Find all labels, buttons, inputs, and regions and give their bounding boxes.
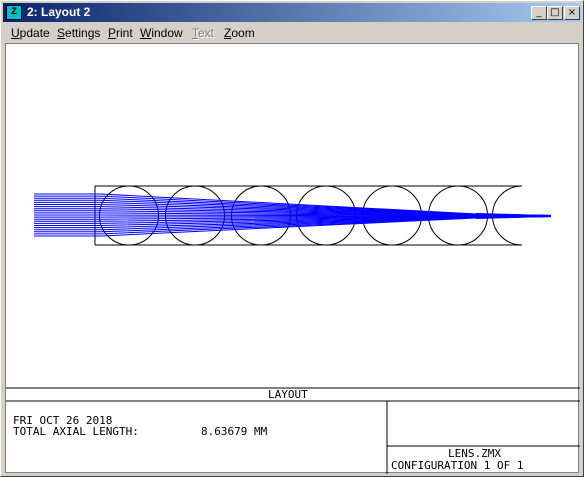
- plot-title: LAYOUT: [268, 388, 308, 401]
- focus-spot: [476, 213, 551, 219]
- window-title: 2: Layout 2: [27, 5, 91, 19]
- close-button[interactable]: ×: [564, 6, 580, 20]
- maximize-button[interactable]: □: [547, 6, 563, 20]
- menu-update[interactable]: Update: [11, 26, 50, 40]
- menu-zoom[interactable]: Zoom: [224, 26, 255, 40]
- minimize-button[interactable]: _: [531, 6, 547, 20]
- app-window: Z 2: Layout 2 _ □ × Update Settings Prin…: [0, 0, 584, 477]
- configuration-label: CONFIGURATION 1 OF 1: [391, 459, 524, 472]
- axial-length-label: TOTAL AXIAL LENGTH:: [13, 425, 139, 438]
- menu-bar: Update Settings Print Window Text Zoom: [3, 23, 581, 43]
- layout-plot-canvas[interactable]: LAYOUT FRI OCT 26 2018 TOTAL AXIAL LENGT…: [5, 43, 580, 474]
- menu-text: Text: [192, 26, 215, 40]
- zemax-app-icon[interactable]: Z: [6, 5, 22, 20]
- lens-layout-drawing: [6, 185, 580, 474]
- menu-settings[interactable]: Settings: [57, 26, 100, 40]
- menu-print[interactable]: Print: [108, 26, 133, 40]
- axial-length-value: 8.63679 MM: [201, 425, 268, 438]
- ray-bundle: [34, 193, 552, 237]
- menu-window[interactable]: Window: [140, 26, 183, 40]
- title-bar[interactable]: Z 2: Layout 2 _ □ ×: [3, 3, 581, 22]
